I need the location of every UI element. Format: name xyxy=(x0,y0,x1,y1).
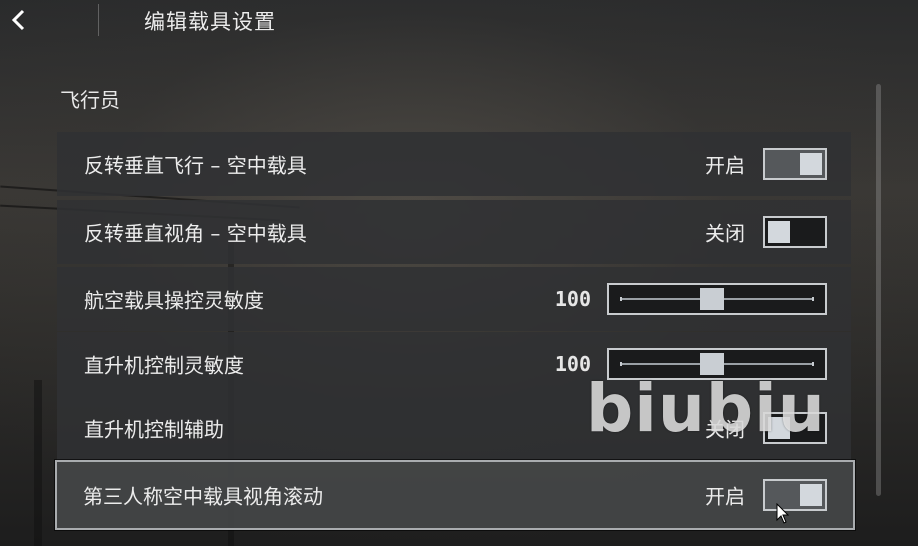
top-divider xyxy=(98,4,99,36)
toggle-state-text: 关闭 xyxy=(705,417,745,442)
slider-track-end xyxy=(620,362,622,366)
toggle-knob xyxy=(800,484,822,506)
setting-label: 直升机控制辅助 xyxy=(84,417,224,442)
chevron-left-icon xyxy=(11,9,25,31)
toggle-state-text: 开启 xyxy=(705,153,745,178)
back-button[interactable] xyxy=(6,6,32,34)
slider-thumb[interactable] xyxy=(699,353,724,375)
toggle-knob xyxy=(800,153,822,175)
top-bar: 编辑载具设置 xyxy=(0,0,918,44)
section-title: 飞行员 xyxy=(60,88,120,112)
slider-thumb[interactable] xyxy=(699,288,724,310)
setting-label: 反转垂直视角 – 空中载具 xyxy=(84,221,307,246)
scrollbar[interactable] xyxy=(876,84,881,496)
toggle-switch[interactable] xyxy=(763,148,827,180)
sensitivity-slider[interactable] xyxy=(607,283,827,315)
setting-row-aircraft-sensitivity[interactable]: 航空载具操控灵敏度 100 xyxy=(57,267,851,331)
sensitivity-slider[interactable] xyxy=(607,348,827,380)
toggle-knob xyxy=(768,417,790,439)
setting-row-invert-vertical-flight[interactable]: 反转垂直飞行 – 空中载具 开启 xyxy=(57,132,851,196)
toggle-state-text: 关闭 xyxy=(705,221,745,246)
toggle-knob xyxy=(768,221,790,243)
setting-row-helicopter-sensitivity[interactable]: 直升机控制灵敏度 100 xyxy=(57,332,851,396)
slider-track-end xyxy=(812,297,814,301)
slider-track-end xyxy=(620,297,622,301)
setting-row-third-person-roll[interactable]: 第三人称空中载具视角滚动 开启 xyxy=(55,460,855,530)
setting-row-helicopter-assist[interactable]: 直升机控制辅助 关闭 xyxy=(57,396,851,460)
slider-track-end xyxy=(812,362,814,366)
background-pole xyxy=(34,380,42,546)
toggle-switch[interactable] xyxy=(763,216,827,248)
toggle-switch[interactable] xyxy=(763,412,827,444)
slider-value: 100 xyxy=(554,287,591,311)
setting-row-invert-vertical-view[interactable]: 反转垂直视角 – 空中载具 关闭 xyxy=(57,200,851,264)
setting-label: 反转垂直飞行 – 空中载具 xyxy=(84,153,307,178)
setting-label: 航空载具操控灵敏度 xyxy=(84,288,264,313)
toggle-switch[interactable] xyxy=(763,479,827,511)
slider-value: 100 xyxy=(554,352,591,376)
mouse-cursor-icon xyxy=(776,503,790,524)
toggle-state-text: 开启 xyxy=(705,484,745,509)
page-title: 编辑载具设置 xyxy=(144,10,276,34)
setting-label: 直升机控制灵敏度 xyxy=(84,353,244,378)
setting-label: 第三人称空中载具视角滚动 xyxy=(83,484,323,509)
